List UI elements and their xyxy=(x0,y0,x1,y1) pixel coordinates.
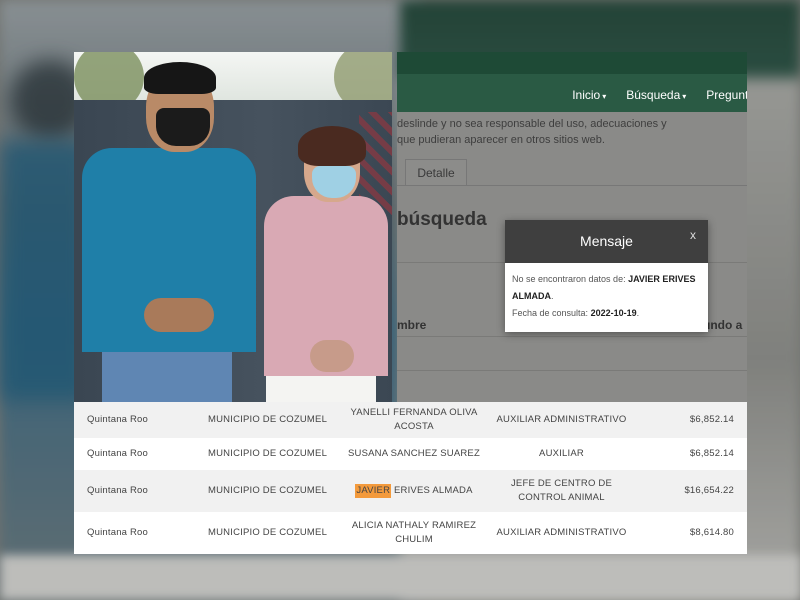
nav-inicio-link[interactable]: Inicio xyxy=(572,88,606,102)
column-header-name: mbre xyxy=(397,318,427,332)
cell-role: AUXILIAR ADMINISTRATIVO xyxy=(496,527,627,538)
search-website-screenshot: Inicio Búsqueda Pregunta deslinde y no s… xyxy=(397,52,747,402)
cell-state: Quintana Roo xyxy=(87,527,149,538)
cell-entity: MUNICIPIO DE COZUMEL xyxy=(208,448,328,459)
highlighted-name: JAVIER xyxy=(355,484,392,498)
name-line: ACOSTA xyxy=(394,421,434,432)
woman-hands xyxy=(310,340,354,372)
disclaimer-line: que pudieran aparecer en otros sitios we… xyxy=(397,134,605,146)
cell-name: YANELLI FERNANDA OLIVA ACOSTA xyxy=(344,402,484,438)
page-title: búsqueda xyxy=(397,209,487,230)
name-line: CHULIM xyxy=(395,534,433,545)
cell-state: Quintana Roo xyxy=(87,485,149,496)
role-line: JEFE DE CENTRO DE xyxy=(510,478,613,489)
table-row[interactable]: Quintana Roo MUNICIPIO DE COZUMEL SUSANA… xyxy=(74,438,747,470)
cell-entity: MUNICIPIO DE COZUMEL xyxy=(208,485,328,496)
cell-entity: MUNICIPIO DE COZUMEL xyxy=(208,527,328,538)
people-photo xyxy=(74,52,392,402)
man-hair xyxy=(144,62,216,94)
modal-searched-name: JAVIER ERIVES xyxy=(628,274,696,284)
cell-salary: $6,852.14 xyxy=(689,448,734,459)
cell-entity: MUNICIPIO DE COZUMEL xyxy=(208,414,328,425)
nav-preguntas-link[interactable]: Pregunta xyxy=(706,88,747,102)
modal-message: No se encontraron datos de: xyxy=(512,274,626,284)
modal-body: No se encontraron datos de: JAVIER ERIVE… xyxy=(512,274,696,318)
tab-detalle[interactable]: Detalle xyxy=(405,159,467,186)
modal-date-value: 2022-10-19 xyxy=(590,308,637,318)
tab-divider xyxy=(397,185,747,186)
cell-state: Quintana Roo xyxy=(87,448,149,459)
divider xyxy=(397,336,747,337)
cell-name: JAVIER ERIVES ALMADA xyxy=(344,470,484,512)
cell-role: AUXILIAR xyxy=(539,448,584,459)
role-line: CONTROL ANIMAL xyxy=(518,492,605,503)
divider xyxy=(397,370,747,371)
navbar-top-strip xyxy=(397,52,747,74)
disclaimer-line: deslinde y no sea responsable del uso, a… xyxy=(397,118,667,130)
column-header-assigned: undo a xyxy=(703,318,743,332)
cell-salary: $6,852.14 xyxy=(689,414,734,425)
cell-name: SUSANA SANCHEZ SUAREZ xyxy=(348,448,480,459)
nav-menu: Inicio Búsqueda Pregunta xyxy=(572,88,747,102)
cell-salary: $16,654.22 xyxy=(684,485,734,496)
woman-hair xyxy=(298,126,366,166)
name-rest: ERIVES ALMADA xyxy=(391,485,473,496)
nav-busqueda-link[interactable]: Búsqueda xyxy=(626,88,686,102)
man-jeans xyxy=(102,344,232,402)
cell-role: AUXILIAR ADMINISTRATIVO xyxy=(496,414,627,425)
man-hands xyxy=(144,298,214,332)
cell-salary: $8,614.80 xyxy=(689,527,734,538)
message-modal: Mensaje x No se encontraron datos de: JA… xyxy=(505,220,708,332)
man-black-mask xyxy=(156,108,210,146)
modal-header: Mensaje x xyxy=(505,220,708,263)
table-row[interactable]: Quintana Roo MUNICIPIO DE COZUMEL YANELL… xyxy=(74,402,747,438)
name-line: ALICIA NATHALY RAMIREZ xyxy=(351,520,477,531)
results-table: Quintana Roo MUNICIPIO DE COZUMEL YANELL… xyxy=(74,402,747,554)
cell-state: Quintana Roo xyxy=(87,414,149,425)
modal-searched-name-cont: ALMADA xyxy=(512,291,551,301)
disclaimer-text: deslinde y no sea responsable del uso, a… xyxy=(397,116,737,148)
name-line: YANELLI FERNANDA OLIVA xyxy=(350,407,478,418)
modal-title: Mensaje xyxy=(580,233,633,249)
table-row[interactable]: Quintana Roo MUNICIPIO DE COZUMEL ALICIA… xyxy=(74,512,747,554)
cell-name: ALICIA NATHALY RAMIREZ CHULIM xyxy=(344,512,484,554)
modal-date-label: Fecha de consulta: xyxy=(512,308,589,318)
table-row[interactable]: Quintana Roo MUNICIPIO DE COZUMEL JAVIER… xyxy=(74,470,747,512)
top-navbar: Inicio Búsqueda Pregunta xyxy=(397,52,747,112)
close-icon[interactable]: x xyxy=(690,228,696,242)
cell-role: JEFE DE CENTRO DE CONTROL ANIMAL xyxy=(489,470,634,512)
